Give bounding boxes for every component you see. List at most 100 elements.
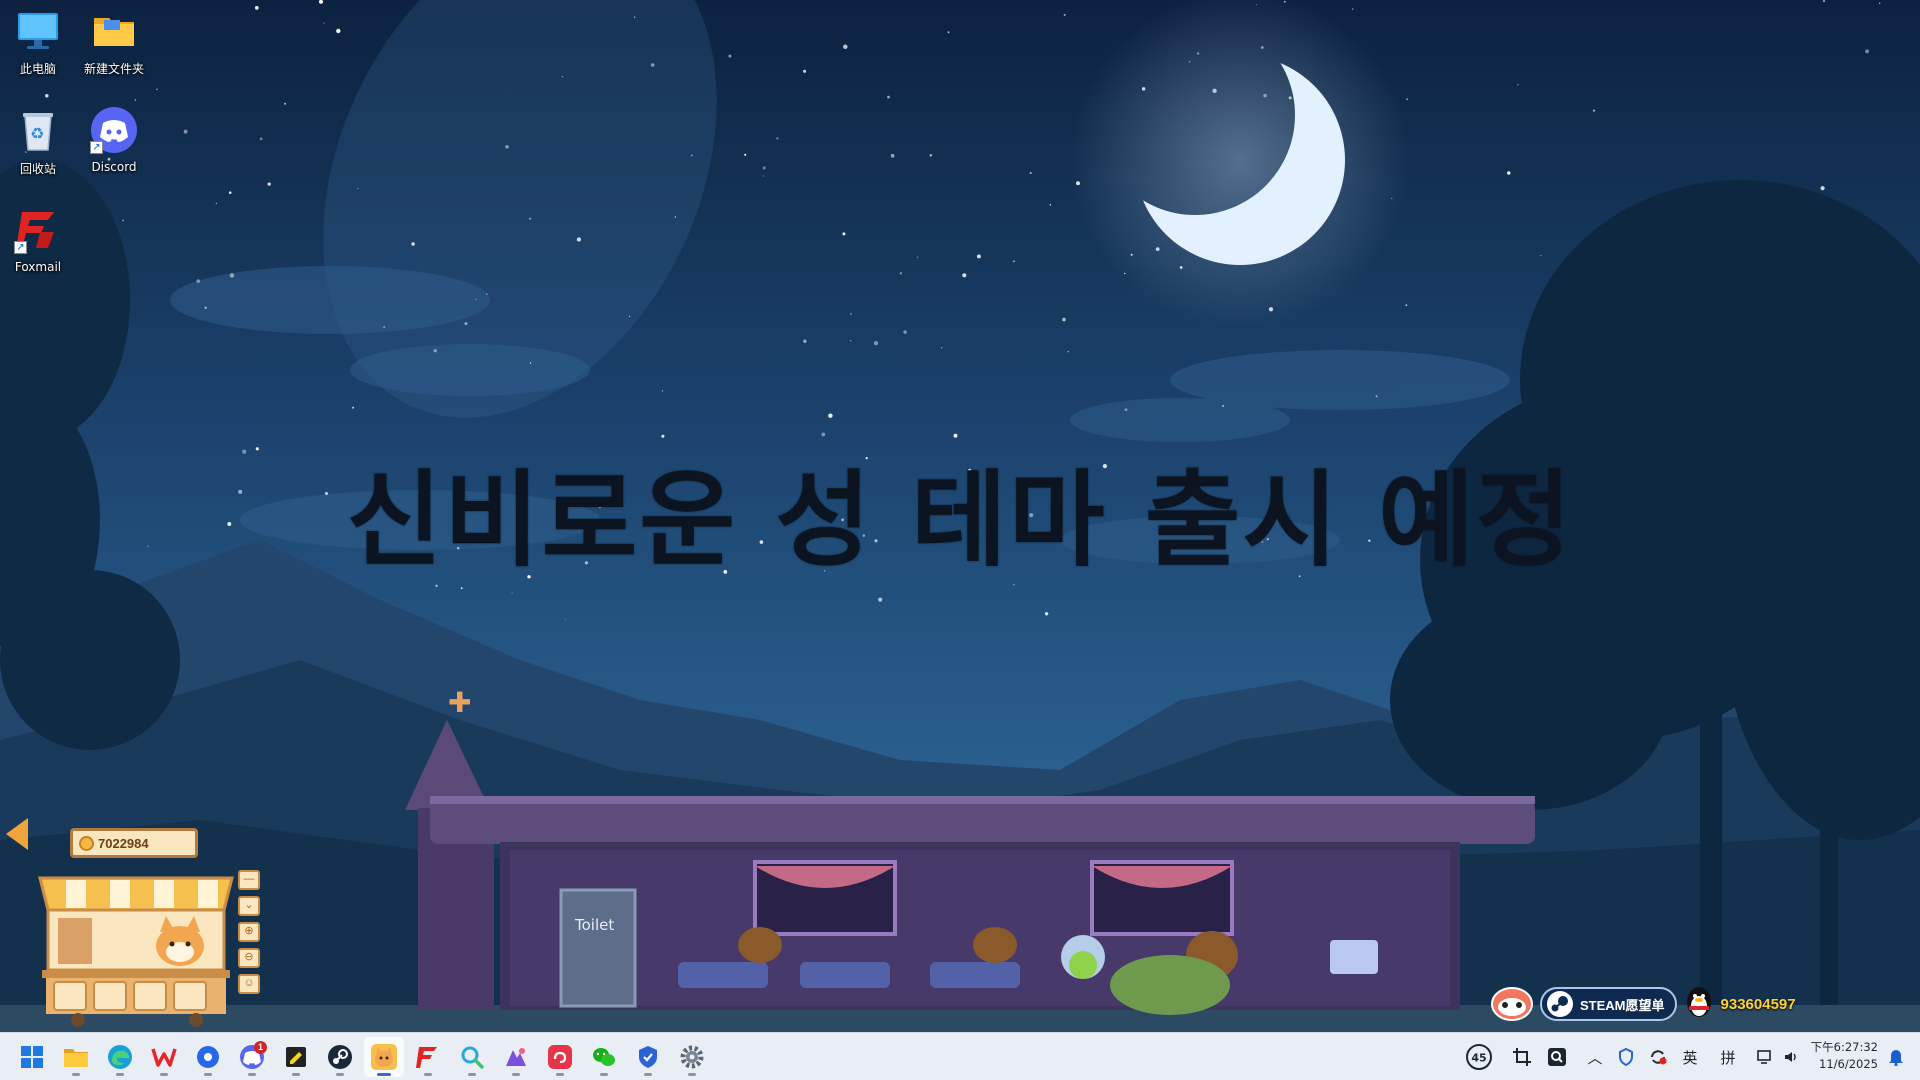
- running-indicator: [688, 1073, 696, 1076]
- running-indicator: [424, 1073, 432, 1076]
- discord-icon: ↗: [90, 106, 138, 154]
- taskbar-pet-game[interactable]: [364, 1037, 404, 1077]
- tray-show-hidden-icons[interactable]: ︿: [1584, 1041, 1606, 1073]
- taskbar-quark-browser[interactable]: [188, 1037, 228, 1077]
- steam-icon: [328, 1045, 352, 1069]
- tray-network-volume[interactable]: [1754, 1041, 1802, 1073]
- steam-icon: [1547, 991, 1573, 1017]
- zoom-in-tool-button[interactable]: ⊕: [238, 922, 260, 942]
- floating-widgets: STEAM愿望单 933604597: [1490, 984, 1796, 1024]
- windows-start-icon: [21, 1046, 43, 1068]
- running-indicator: [556, 1073, 564, 1076]
- running-indicator: [600, 1073, 608, 1076]
- desktop-icon-recycle-bin[interactable]: ♻ 回收站: [0, 100, 76, 190]
- tray-input-mode[interactable]: 拼: [1716, 1041, 1740, 1073]
- svg-text:45: 45: [1471, 1052, 1486, 1065]
- shield-icon: [639, 1046, 657, 1068]
- recycle-bin-icon: ♻: [14, 106, 62, 154]
- desktop-icon-label: Foxmail: [14, 260, 62, 274]
- taskbar: 1 45 ︿ 英 拼 下午6:27:32 11/6/2025: [0, 1032, 1920, 1080]
- wps-icon: [151, 1048, 177, 1067]
- pet-face-icon[interactable]: [1490, 983, 1534, 1026]
- bell-icon: [1889, 1050, 1903, 1066]
- running-indicator: [292, 1073, 300, 1076]
- steam-wishlist-button[interactable]: STEAM愿望单: [1540, 987, 1677, 1021]
- clock-time: 下午6:27:32: [1810, 1040, 1878, 1054]
- music-icon: [548, 1045, 572, 1069]
- widget-collapse-arrow[interactable]: [6, 818, 28, 850]
- shortcut-arrow-icon: ↗: [90, 141, 103, 154]
- running-indicator: [160, 1073, 168, 1076]
- running-indicator: [248, 1073, 256, 1076]
- running-indicator: [72, 1073, 80, 1076]
- pet-shop-stall[interactable]: [38, 858, 234, 1028]
- counter-circle-icon: 45: [1466, 1044, 1492, 1070]
- taskbar-foxmail[interactable]: [408, 1037, 448, 1077]
- folder-icon: [64, 1049, 88, 1067]
- clock-date: 11/6/2025: [1819, 1057, 1878, 1071]
- cat-icon: [371, 1044, 397, 1070]
- taskbar-steam[interactable]: [320, 1037, 360, 1077]
- taskbar-sticky-notes[interactable]: [276, 1037, 316, 1077]
- tray-security[interactable]: [1614, 1041, 1638, 1073]
- running-indicator: [644, 1073, 652, 1076]
- wallpaper-headline: 신비로운 성 테마 출시 예정: [346, 459, 1574, 581]
- minimize-tool-button[interactable]: —: [238, 870, 260, 890]
- foxmail-icon: ↗: [14, 206, 62, 254]
- edge-icon: [108, 1045, 132, 1069]
- taskbar-wps[interactable]: [144, 1037, 184, 1077]
- tray-crop-tool[interactable]: [1508, 1041, 1536, 1073]
- desktop-icon-foxmail[interactable]: ↗ Foxmail: [0, 200, 76, 290]
- desktop-icon-label: 此电脑: [19, 62, 56, 76]
- shield-icon: [1619, 1048, 1633, 1066]
- desktop-icon-new-folder[interactable]: 新建文件夹: [76, 0, 152, 90]
- running-indicator: [468, 1073, 476, 1076]
- zoom-out-tool-button[interactable]: ⊖: [238, 948, 260, 968]
- taskbar-wechat[interactable]: [584, 1037, 624, 1077]
- start-button[interactable]: [12, 1037, 52, 1077]
- desktop-icon-label: Discord: [91, 160, 137, 174]
- pet-tool-button[interactable]: ☺: [238, 974, 260, 994]
- svg-text:♻: ♻: [30, 124, 44, 143]
- desktop-icon-this-pc[interactable]: 此电脑: [0, 0, 76, 90]
- tray-sync[interactable]: [1646, 1041, 1670, 1073]
- taskbar-netease-music[interactable]: [540, 1037, 580, 1077]
- taskbar-discord[interactable]: 1: [232, 1037, 272, 1077]
- tray-search-app[interactable]: [1544, 1041, 1570, 1073]
- wechat-icon: [593, 1048, 615, 1066]
- computer-icon: [14, 6, 62, 54]
- chevron-up-icon: ︿: [1587, 1048, 1603, 1067]
- taskbar-security[interactable]: [628, 1037, 668, 1077]
- taskbar-file-explorer[interactable]: [56, 1037, 96, 1077]
- coin-counter: 7022984: [70, 828, 198, 858]
- steam-wishlist-label: STEAM愿望单: [1580, 997, 1665, 1013]
- taskbar-settings[interactable]: [672, 1037, 712, 1077]
- browser-icon: [197, 1046, 219, 1068]
- notification-badge: 1: [254, 1041, 267, 1054]
- taskbar-edge[interactable]: [100, 1037, 140, 1077]
- running-indicator: [336, 1073, 344, 1076]
- desktop-icon-discord[interactable]: ↗ Discord: [76, 100, 152, 190]
- search-icon: [1548, 1048, 1566, 1066]
- collapse-tool-button[interactable]: ⌄: [238, 896, 260, 916]
- tray-input-language[interactable]: 英: [1678, 1041, 1702, 1073]
- tray-counter-badge[interactable]: 45: [1464, 1041, 1494, 1073]
- desktop-icon-label: 回收站: [19, 162, 56, 176]
- running-indicator: [512, 1073, 520, 1076]
- qq-penguin-icon[interactable]: [1683, 984, 1715, 1025]
- network-icon: [1757, 1050, 1771, 1064]
- shop-toolbar: — ⌄ ⊕ ⊖ ☺: [238, 870, 260, 1000]
- sync-icon: [1651, 1050, 1667, 1065]
- svg-text:✚: ✚: [448, 686, 471, 719]
- taskbar-drawing-app[interactable]: [496, 1037, 536, 1077]
- toilet-sign-text: Toilet: [574, 916, 614, 934]
- qq-account-number[interactable]: 933604597: [1721, 996, 1796, 1013]
- tray-notifications[interactable]: [1884, 1041, 1908, 1073]
- taskbar-search-tool[interactable]: [452, 1037, 492, 1077]
- running-indicator: [116, 1073, 124, 1076]
- foxmail-icon: [416, 1047, 437, 1068]
- taskbar-clock[interactable]: 下午6:27:32 11/6/2025: [1811, 1039, 1878, 1073]
- desktop-icon-label: 新建文件夹: [83, 62, 144, 76]
- coin-icon: [79, 835, 94, 851]
- magnifier-icon: [461, 1046, 484, 1069]
